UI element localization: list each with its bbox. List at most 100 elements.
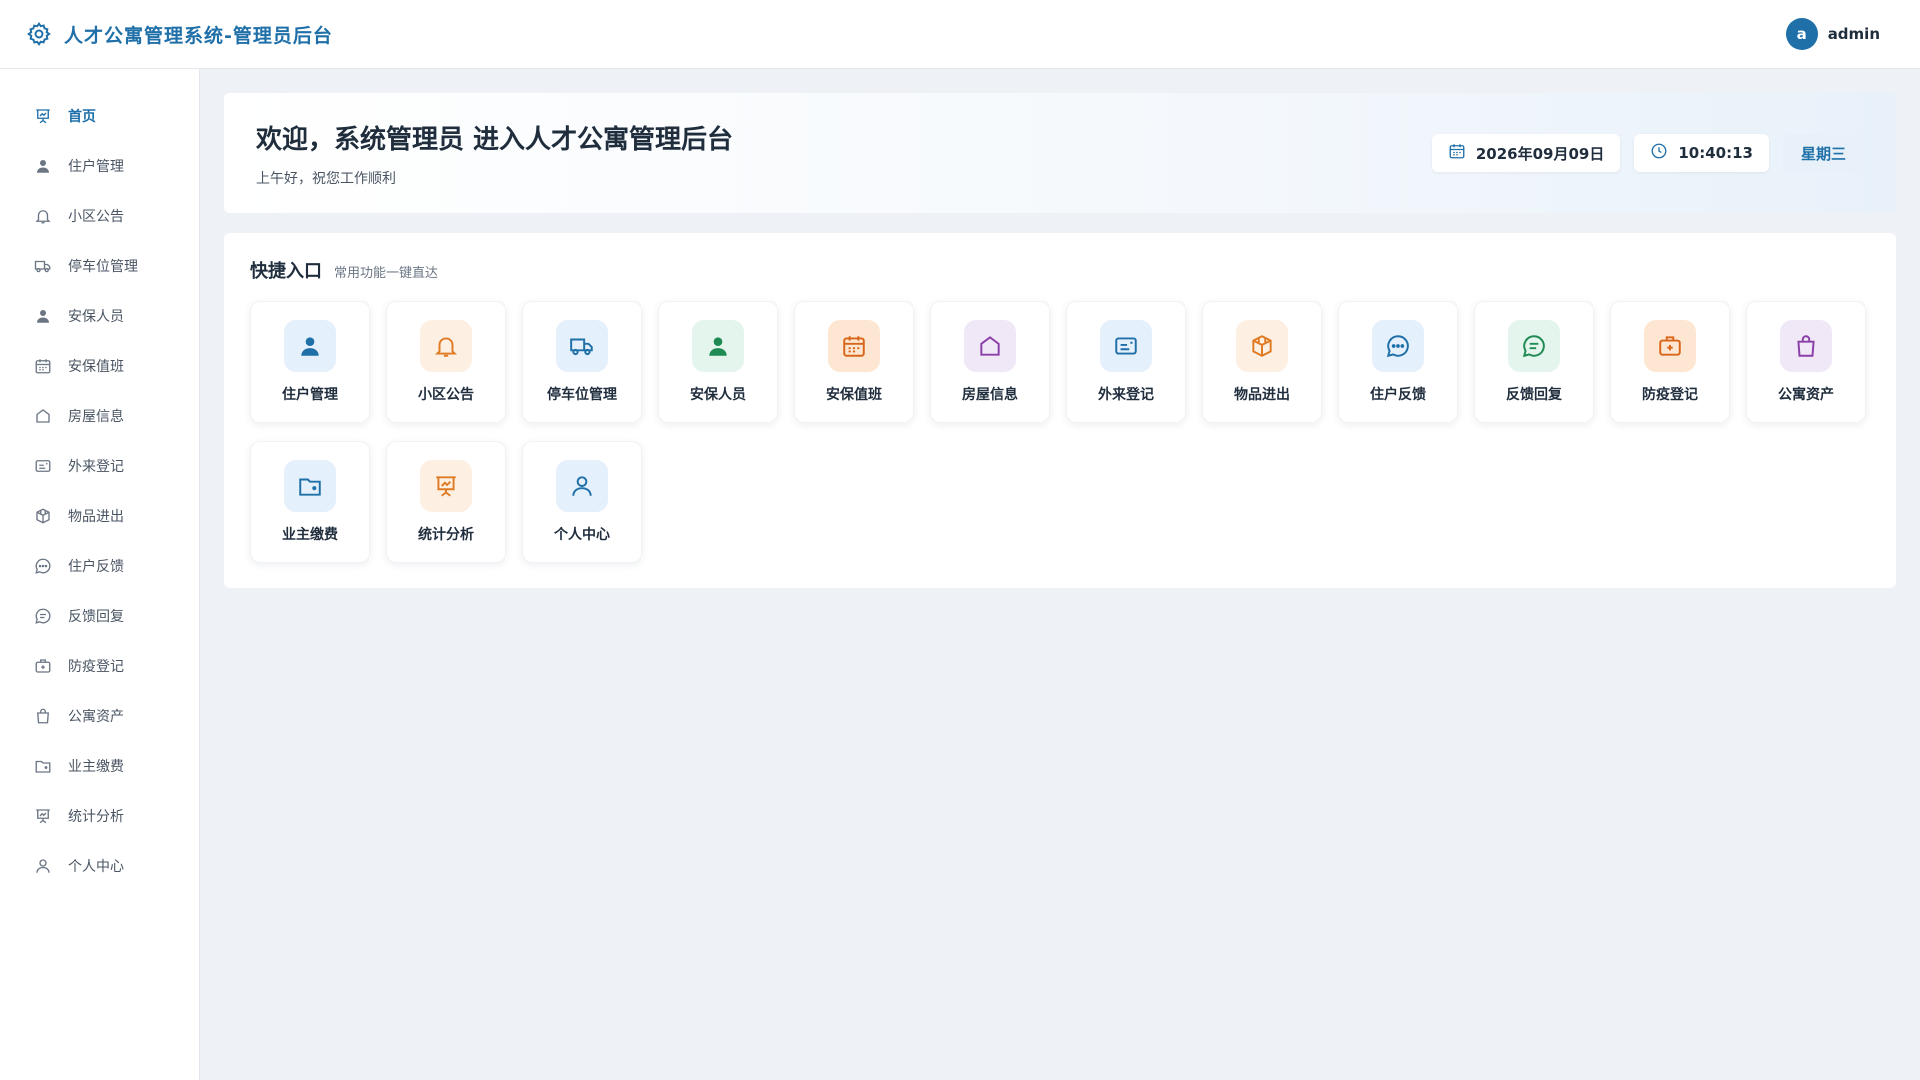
sidebar-item[interactable]: 公寓资产 — [0, 691, 199, 741]
quick-card[interactable]: 安保值班 — [794, 301, 914, 423]
id-card-icon — [1100, 320, 1152, 372]
quick-card-label: 住户反馈 — [1370, 387, 1426, 403]
sidebar-item-label: 首页 — [68, 109, 96, 125]
weekday-pill: 星期三 — [1782, 134, 1864, 172]
bell-icon — [420, 320, 472, 372]
user-solid-icon — [692, 320, 744, 372]
welcome-subtitle: 上午好，祝您工作顺利 — [256, 170, 396, 187]
quick-card-label: 业主缴费 — [282, 527, 338, 543]
quick-card[interactable]: 住户管理 — [250, 301, 370, 423]
username[interactable]: admin — [1828, 25, 1880, 43]
user-outline-icon — [556, 460, 608, 512]
sidebar-item-label: 公寓资产 — [68, 709, 124, 725]
chat-dots-icon — [1372, 320, 1424, 372]
sidebar-item[interactable]: 防疫登记 — [0, 641, 199, 691]
quick-card[interactable]: 防疫登记 — [1610, 301, 1730, 423]
sidebar-item-label: 住户反馈 — [68, 559, 124, 575]
bag-icon — [1780, 320, 1832, 372]
quick-card[interactable]: 统计分析 — [386, 441, 506, 563]
quick-card-label: 个人中心 — [554, 527, 610, 543]
sidebar-item[interactable]: 外来登记 — [0, 441, 199, 491]
avatar[interactable]: a — [1785, 18, 1818, 50]
main-content: 欢迎，系统管理员 进入人才公寓管理后台 上午好，祝您工作顺利 2026年09月0… — [200, 69, 1920, 1080]
bell-icon — [34, 207, 52, 225]
quick-card[interactable]: 安保人员 — [658, 301, 778, 423]
user-solid-icon — [34, 157, 52, 175]
sidebar-item[interactable]: 个人中心 — [0, 841, 199, 891]
quick-card-label: 公寓资产 — [1778, 387, 1834, 403]
quick-card-label: 停车位管理 — [547, 387, 617, 403]
time-pill: 10:40:13 — [1634, 134, 1769, 172]
sidebar-item-label: 业主缴费 — [68, 759, 124, 775]
user-menu[interactable]: a admin — [1785, 18, 1894, 50]
quick-card-label: 统计分析 — [418, 527, 474, 543]
sidebar-item[interactable]: 安保人员 — [0, 291, 199, 341]
quick-card[interactable]: 停车位管理 — [522, 301, 642, 423]
calendar-icon — [34, 357, 52, 375]
quick-card-label: 小区公告 — [418, 387, 474, 403]
sidebar-item[interactable]: 反馈回复 — [0, 591, 199, 641]
sidebar-item[interactable]: 房屋信息 — [0, 391, 199, 441]
date-pill: 2026年09月09日 — [1431, 134, 1621, 172]
sidebar-item-label: 防疫登记 — [68, 659, 124, 675]
sidebar-item[interactable]: 物品进出 — [0, 491, 199, 541]
sidebar-item[interactable]: 首页 — [0, 91, 199, 141]
quick-card[interactable]: 物品进出 — [1202, 301, 1322, 423]
medkit-icon — [1644, 320, 1696, 372]
quick-card[interactable]: 个人中心 — [522, 441, 642, 563]
quick-card-label: 防疫登记 — [1642, 387, 1698, 403]
sidebar-item[interactable]: 停车位管理 — [0, 241, 199, 291]
box-icon — [34, 507, 52, 525]
sidebar-item-label: 停车位管理 — [68, 259, 138, 275]
sidebar-item[interactable]: 住户管理 — [0, 141, 199, 191]
sidebar-item[interactable]: 安保值班 — [0, 341, 199, 391]
top-header: 人才公寓管理系统-管理员后台 a admin — [0, 0, 1920, 69]
welcome-title: 欢迎，系统管理员 进入人才公寓管理后台 — [256, 124, 734, 155]
sidebar-item-label: 物品进出 — [68, 509, 124, 525]
sidebar-item-label: 住户管理 — [68, 159, 124, 175]
sidebar-item[interactable]: 统计分析 — [0, 791, 199, 841]
quick-access-title: 快捷入口 — [250, 261, 322, 282]
gear-icon — [26, 21, 52, 47]
wallet-icon — [34, 757, 52, 775]
presentation-icon — [34, 807, 52, 825]
quick-card-label: 反馈回复 — [1506, 387, 1562, 403]
wallet-icon — [284, 460, 336, 512]
current-date: 2026年09月09日 — [1475, 144, 1605, 163]
welcome-banner: 欢迎，系统管理员 进入人才公寓管理后台 上午好，祝您工作顺利 2026年09月0… — [224, 93, 1896, 213]
sidebar-item[interactable]: 业主缴费 — [0, 741, 199, 791]
sidebar-item-label: 统计分析 — [68, 809, 124, 825]
quick-card[interactable]: 公寓资产 — [1746, 301, 1866, 423]
quick-card-label: 房屋信息 — [962, 387, 1018, 403]
box-icon — [1236, 320, 1288, 372]
brand[interactable]: 人才公寓管理系统-管理员后台 — [26, 21, 333, 48]
sidebar-item-label: 小区公告 — [68, 209, 124, 225]
sidebar-item[interactable]: 小区公告 — [0, 191, 199, 241]
id-card-icon — [34, 457, 52, 475]
user-outline-icon — [34, 857, 52, 875]
chat-lines-icon — [1508, 320, 1560, 372]
user-solid-icon — [284, 320, 336, 372]
sidebar: 首页住户管理小区公告停车位管理安保人员安保值班 房屋信息 外来登记物品进出住户反馈反… — [0, 69, 200, 1080]
quick-card[interactable]: 业主缴费 — [250, 441, 370, 563]
truck-icon — [34, 257, 52, 275]
sidebar-item[interactable]: 住户反馈 — [0, 541, 199, 591]
medkit-icon — [34, 657, 52, 675]
chat-lines-icon — [34, 607, 52, 625]
user-solid-icon — [34, 307, 52, 325]
quick-card[interactable]: 外来登记 — [1066, 301, 1186, 423]
sidebar-item-label: 个人中心 — [68, 859, 124, 875]
quick-card[interactable]: 住户反馈 — [1338, 301, 1458, 423]
sidebar-item-label: 安保人员 — [68, 309, 124, 325]
quick-card-label: 安保值班 — [826, 387, 882, 403]
quick-access-panel: 快捷入口 常用功能一键直达 住户管理 小区公告 停车位管理 安保人员 安保值班 房屋信息 外… — [224, 233, 1896, 588]
chat-dots-icon — [34, 557, 52, 575]
quick-card[interactable]: 反馈回复 — [1474, 301, 1594, 423]
house-icon — [964, 320, 1016, 372]
quick-access-grid: 住户管理 小区公告 停车位管理 安保人员 安保值班 房屋信息 外来登记 物品进出 住户反馈 反馈回… — [250, 301, 1870, 563]
quick-card[interactable]: 小区公告 — [386, 301, 506, 423]
quick-card-label: 外来登记 — [1098, 387, 1154, 403]
quick-card[interactable]: 房屋信息 — [930, 301, 1050, 423]
current-time: 10:40:13 — [1678, 144, 1753, 162]
quick-access-subtitle: 常用功能一键直达 — [334, 266, 439, 281]
